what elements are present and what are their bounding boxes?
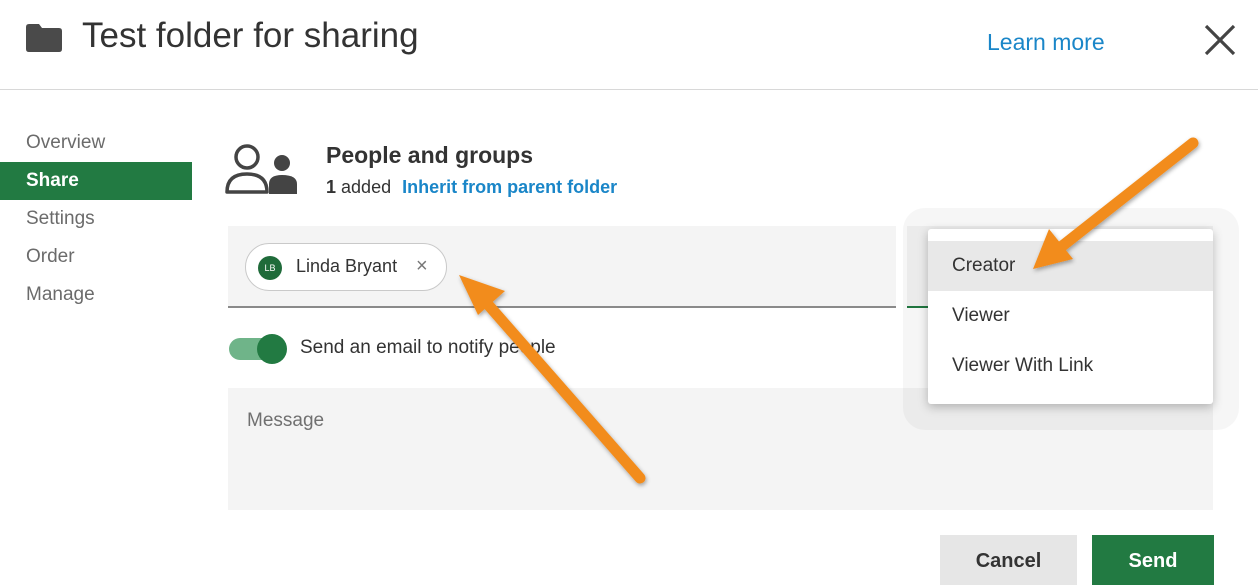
people-groups-title: People and groups [326,142,534,168]
send-button[interactable]: Send [1092,535,1214,585]
role-option-viewer[interactable]: Viewer [928,291,1213,341]
sidebar-nav: Overview Share Settings Order Manage [0,124,192,314]
sidebar-item-manage[interactable]: Manage [0,276,192,314]
people-groups-icon [225,144,297,194]
notify-label: Send an email to notify people [300,337,556,358]
sidebar-item-share[interactable]: Share [0,162,192,200]
toggle-knob [257,334,287,364]
close-icon[interactable] [1201,21,1239,59]
role-option-creator[interactable]: Creator [928,241,1213,291]
remove-person-icon[interactable]: × [416,255,428,278]
added-label: added [341,177,392,197]
dialog-title: Test folder for sharing [82,16,419,55]
notify-toggle[interactable] [229,334,287,364]
inherit-link[interactable]: Inherit from parent folder [402,177,617,197]
avatar: LB [258,256,282,280]
sidebar-item-overview[interactable]: Overview [0,124,192,162]
person-name: Linda Bryant [296,256,398,276]
people-groups-subtitle: 1 added Inherit from parent folder [326,177,617,198]
cancel-button[interactable]: Cancel [940,535,1077,585]
role-option-viewer-with-link[interactable]: Viewer With Link [928,341,1213,391]
person-chip: LB Linda Bryant × [245,243,447,291]
sidebar-item-order[interactable]: Order [0,238,192,276]
role-dropdown-menu: Creator Viewer Viewer With Link [928,229,1213,404]
learn-more-link[interactable]: Learn more [987,29,1105,56]
dialog-header: Test folder for sharing Learn more [0,0,1258,90]
added-count: 1 [326,177,337,197]
sidebar-item-settings[interactable]: Settings [0,200,192,238]
folder-icon [26,24,62,52]
